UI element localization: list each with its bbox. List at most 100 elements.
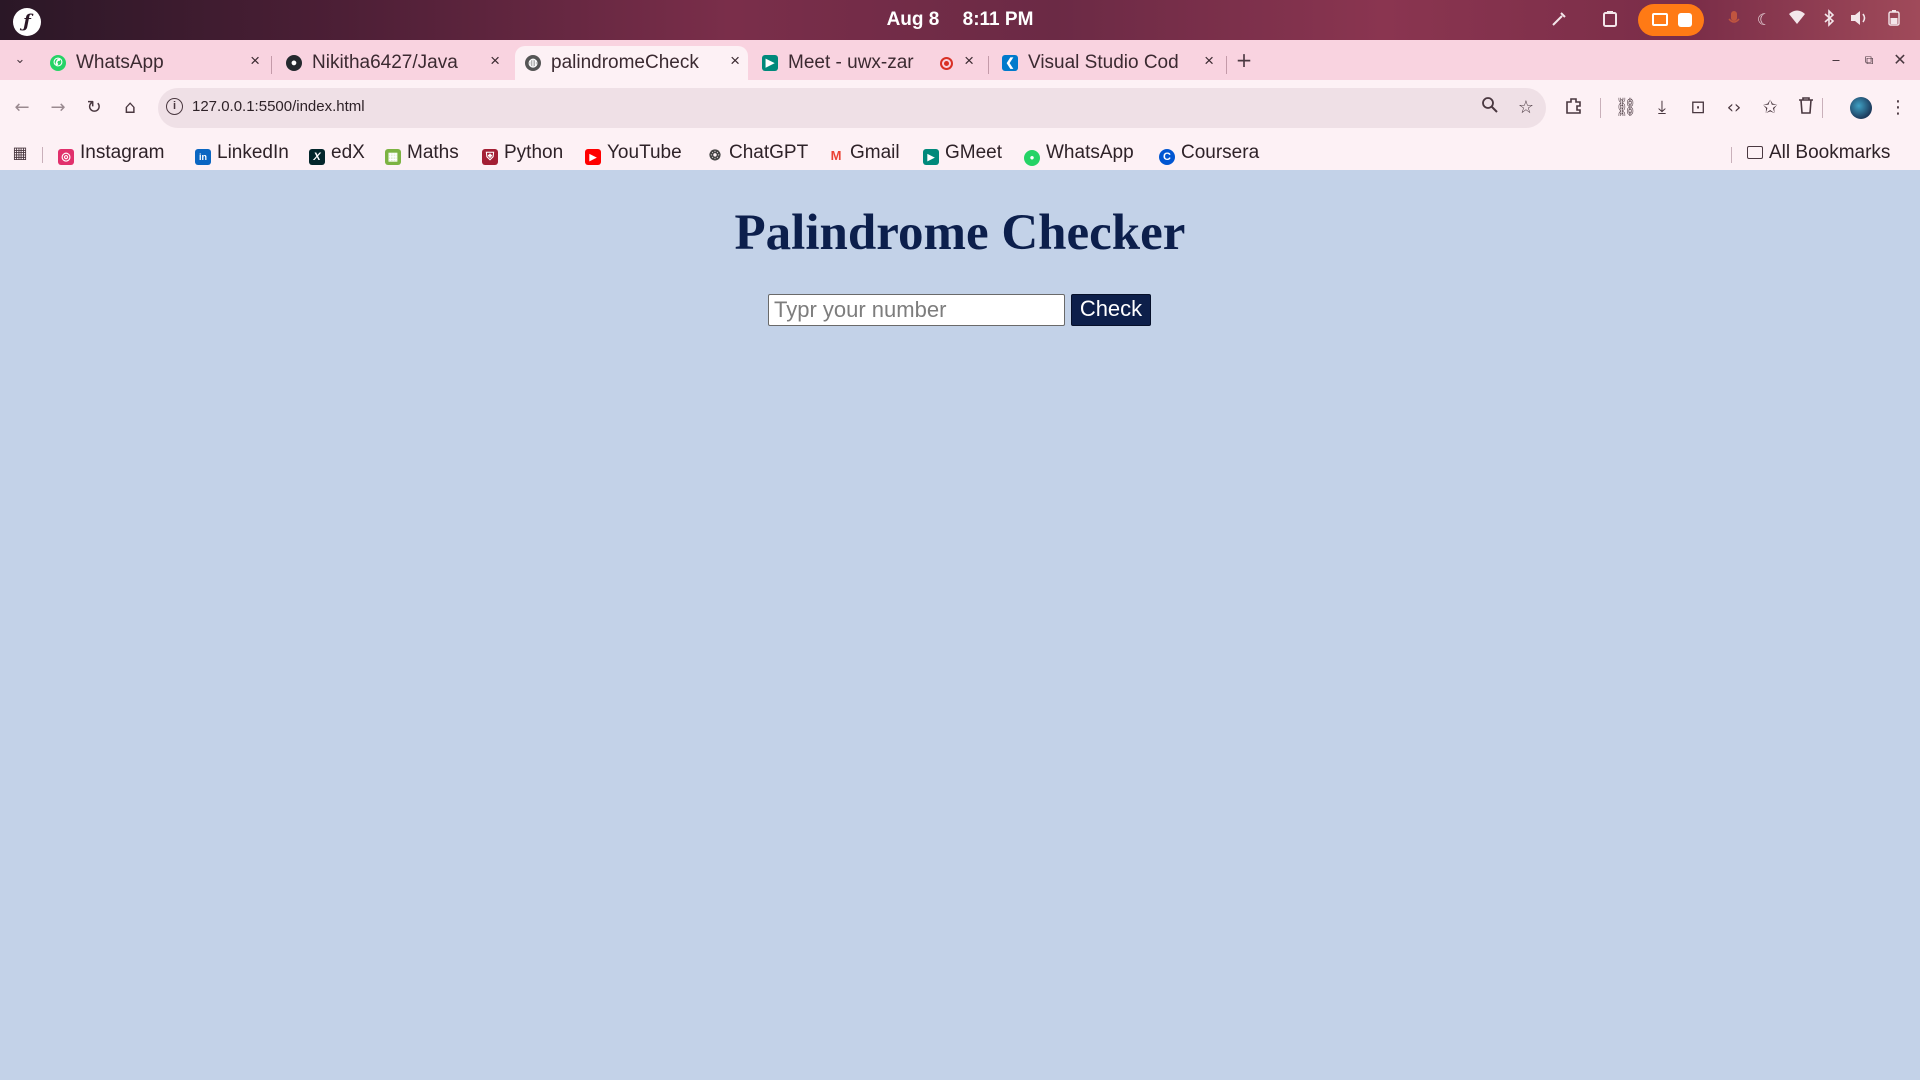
page-content: Palindrome Checker Check (0, 170, 1920, 1080)
bookmark-linkedin[interactable]: in LinkedIn (195, 140, 289, 166)
apps-grid-icon[interactable]: ▦ (8, 141, 32, 165)
close-tab-icon[interactable]: × (490, 51, 500, 71)
bookmark-whatsapp[interactable]: ● WhatsApp (1024, 140, 1134, 166)
profile-avatar[interactable] (1850, 97, 1872, 119)
volume-icon[interactable] (1847, 9, 1871, 31)
tab-title: palindromeCheck (551, 52, 699, 73)
home-icon[interactable]: ⌂ (118, 96, 142, 120)
extensions-icon[interactable] (1562, 96, 1586, 120)
bookmark-gmail[interactable]: M Gmail (828, 140, 900, 166)
tab-divider (988, 56, 989, 74)
forward-icon[interactable]: → (46, 96, 70, 120)
bookmark-edx[interactable]: XedX (309, 140, 365, 166)
tab-title: WhatsApp (76, 52, 164, 73)
minimize-icon[interactable]: ⎯ (1824, 48, 1848, 72)
url-text[interactable]: 127.0.0.1:5500/index.html (192, 98, 365, 115)
tab-title: Meet - uwx-zar (788, 52, 914, 73)
close-tab-icon[interactable]: × (1204, 51, 1214, 71)
bookmark-label: Maths (407, 142, 459, 163)
bluetooth-icon[interactable] (1817, 9, 1841, 31)
clipboard-icon[interactable] (1598, 9, 1622, 31)
bookmarks-bar: ▦ ◎ Instagram in LinkedIn XedX ▦ Maths ⛨ Pyt… (0, 136, 1920, 170)
bookmark-label: GMeet (945, 142, 1003, 163)
all-bookmarks-button[interactable]: All Bookmarks (1747, 140, 1890, 166)
chatgpt-icon: ❂ (707, 147, 723, 163)
bookmarks-divider (1731, 147, 1732, 163)
new-tab-icon[interactable]: + (1232, 48, 1256, 72)
screen-record-icon[interactable] (1638, 4, 1704, 36)
youtube-icon: ▶ (585, 149, 601, 165)
tab-strip: ⌄ ✆ WhatsApp × ● Nikitha6427/Java × ◍ pa… (0, 40, 1920, 80)
zoom-icon[interactable] (1478, 96, 1502, 120)
favorites-icon[interactable]: ✩ (1758, 96, 1782, 120)
check-button[interactable]: Check (1071, 294, 1151, 326)
number-input[interactable] (768, 294, 1065, 326)
globe-icon: ◍ (525, 55, 541, 71)
tab-title: Nikitha6427/Java (312, 52, 458, 73)
instagram-icon: ◎ (58, 149, 74, 165)
bookmark-label: Gmail (850, 142, 900, 163)
battery-icon[interactable] (1882, 9, 1906, 31)
reload-icon[interactable]: ↻ (82, 96, 106, 120)
bookmark-star-icon[interactable]: ☆ (1514, 96, 1538, 120)
all-bookmarks-label: All Bookmarks (1769, 142, 1891, 163)
close-tab-icon[interactable]: × (250, 51, 260, 71)
close-tab-icon[interactable]: × (964, 51, 974, 71)
bookmark-instagram[interactable]: ◎ Instagram (58, 140, 164, 166)
menu-kebab-icon[interactable]: ⋮ (1886, 96, 1910, 120)
clock: Aug 8 8:11 PM (0, 9, 1920, 31)
date-label[interactable]: Aug 8 (887, 9, 940, 31)
github-icon: ● (286, 55, 302, 71)
night-light-icon[interactable]: ☾ (1752, 9, 1776, 31)
google-meet-icon: ▶ (923, 149, 939, 165)
recording-indicator-icon (940, 57, 953, 70)
tab-divider (271, 56, 272, 74)
microphone-icon[interactable] (1722, 9, 1746, 31)
tab-search-icon[interactable]: ⌄ (8, 48, 32, 72)
back-icon[interactable]: ← (10, 96, 34, 120)
wifi-icon[interactable] (1785, 9, 1809, 31)
tab-vscode[interactable]: ❮ Visual Studio Cod × (992, 46, 1222, 80)
restore-icon[interactable]: ⧉ (1857, 48, 1881, 72)
fedora-logo-icon[interactable]: ƒ (13, 8, 41, 36)
browser-toolbar: ← → ↻ ⌂ i 127.0.0.1:5500/index.html ☆ ⛓ … (0, 80, 1920, 136)
bookmarks-divider (42, 147, 43, 163)
bookmark-gmeet[interactable]: ▶ GMeet (923, 140, 1002, 166)
time-label[interactable]: 8:11 PM (963, 9, 1034, 31)
close-tab-icon[interactable]: × (730, 51, 740, 71)
whatsapp-icon: ✆ (50, 55, 66, 71)
link-icon[interactable]: ⛓ (1614, 96, 1638, 120)
folder-icon (1747, 146, 1763, 159)
vscode-icon: ❮ (1002, 55, 1018, 71)
close-window-icon[interactable]: ✕ (1888, 48, 1912, 72)
screenshot-icon[interactable]: ⊡ (1686, 96, 1710, 120)
bookmark-python[interactable]: ⛨ Python (482, 140, 563, 166)
bookmark-label: LinkedIn (217, 142, 289, 163)
color-picker-icon[interactable] (1547, 9, 1571, 31)
download-icon[interactable]: ⤓ (1650, 96, 1674, 120)
python-icon: ⛨ (482, 149, 498, 165)
bookmark-label: YouTube (607, 142, 682, 163)
tab-title: Visual Studio Cod (1028, 52, 1179, 73)
tab-github[interactable]: ● Nikitha6427/Java × (276, 46, 508, 80)
bookmark-label: Instagram (80, 142, 165, 163)
tab-palindrome-checker[interactable]: ◍ palindromeCheck × (515, 46, 748, 80)
address-bar[interactable]: i 127.0.0.1:5500/index.html ☆ (158, 88, 1546, 128)
tab-whatsapp[interactable]: ✆ WhatsApp × (40, 46, 268, 80)
system-top-bar: ƒ Aug 8 8:11 PM ☾ (0, 0, 1920, 40)
gmail-icon: M (828, 148, 844, 164)
bookmark-chatgpt[interactable]: ❂ ChatGPT (707, 140, 808, 166)
coursera-icon: C (1159, 149, 1175, 165)
bookmark-coursera[interactable]: C Coursera (1159, 140, 1259, 166)
site-info-icon[interactable]: i (166, 98, 183, 115)
tab-google-meet[interactable]: ▶ Meet - uwx-zar × (752, 46, 982, 80)
dev-tools-icon[interactable]: ‹› (1722, 96, 1746, 120)
bookmark-youtube[interactable]: ▶ YouTube (585, 140, 682, 166)
google-meet-icon: ▶ (762, 55, 778, 71)
bookmark-label: Python (504, 142, 564, 163)
linkedin-icon: in (195, 149, 211, 165)
bookmark-label: edX (331, 142, 365, 163)
bookmark-maths[interactable]: ▦ Maths (385, 140, 459, 166)
trash-icon[interactable] (1794, 96, 1818, 120)
edx-icon: X (309, 149, 325, 165)
